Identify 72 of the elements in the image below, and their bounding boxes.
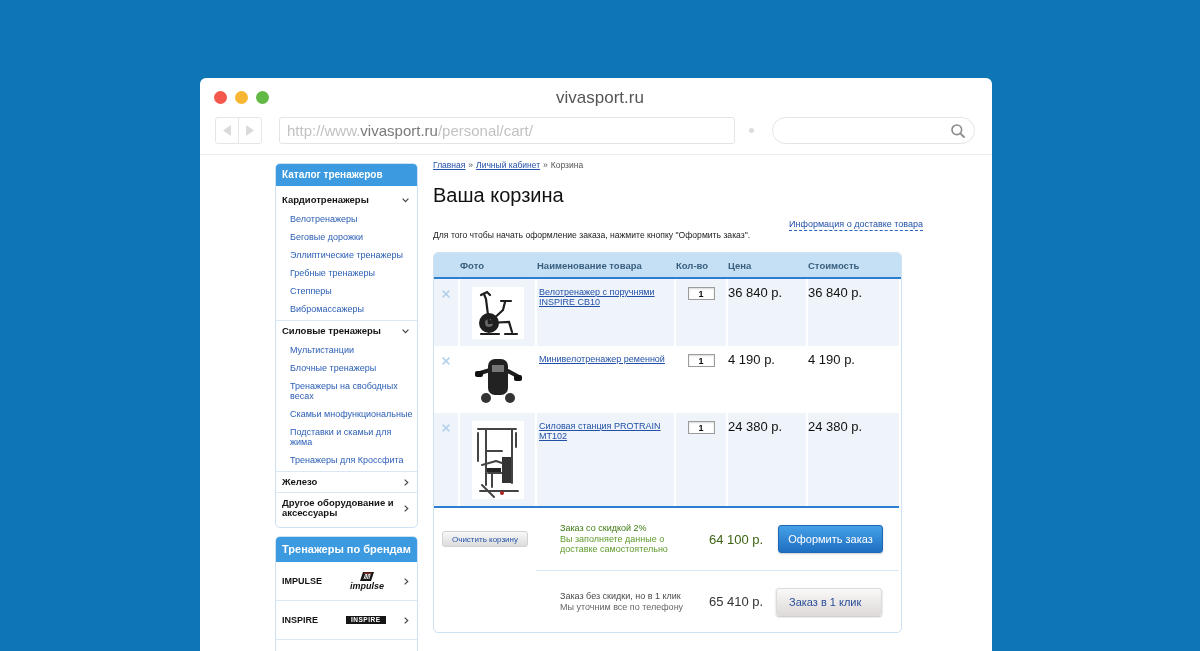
instruction-text: Для того чтобы начать оформление заказа, нажмите кнопку "Оформить заказ". — [433, 229, 751, 241]
product-link[interactable]: Велотренажер с поручнями INSPIRE CB10 — [539, 287, 672, 307]
order-total: 65 410 р. — [709, 594, 765, 609]
product-link[interactable]: Минивелотренажер ременной — [539, 354, 672, 364]
left-triangle-icon — [223, 125, 231, 136]
column-header: Фото — [459, 259, 485, 271]
column-header: Кол-во — [675, 259, 710, 271]
brand-link[interactable]: IMPULSE — [282, 576, 346, 586]
logo-badge-icon — [360, 571, 374, 581]
quantity-field[interactable]: 1 — [687, 287, 715, 300]
dot-icon — [749, 128, 754, 133]
subcategory-link[interactable]: Беговые дорожки — [276, 228, 417, 246]
quantity-field[interactable]: 1 — [687, 421, 715, 434]
breadcrumb-link[interactable]: Главная — [433, 160, 466, 170]
exercise-bike-drawing — [471, 287, 524, 339]
subcategory-link[interactable]: Тренажеры для Кроссфита — [276, 451, 417, 469]
close-button[interactable] — [214, 91, 227, 104]
order-option-note: Мы уточним все по телефону — [560, 601, 685, 612]
right-triangle-icon — [246, 125, 254, 136]
column-header: Стоимость — [807, 259, 861, 271]
brand-logo-text: impulse — [350, 580, 384, 591]
page-heading: Ваша корзина — [433, 183, 565, 207]
subcategory-link[interactable]: Блочные тренажеры — [276, 359, 417, 377]
column-header: Наименование товара — [536, 259, 643, 271]
breadcrumb-current: Корзина — [550, 160, 584, 170]
panel-title: Каталог тренажеров — [276, 164, 417, 186]
subcategory-link[interactable]: Тренажеры на свободных весах — [276, 377, 417, 405]
order-option-note: Вы заполняете данные о доставке самостоятельно — [560, 533, 669, 555]
price-text: 4 190 р. — [728, 352, 776, 368]
category-item[interactable]: Силовые тренажеры — [276, 321, 417, 341]
subcategory-link[interactable]: Мультистанции — [276, 341, 417, 359]
breadcrumb-separator: » — [468, 160, 474, 170]
minimize-button[interactable] — [235, 91, 248, 104]
order-option-title: Заказ без скидки, но в 1 клик — [560, 591, 682, 602]
chevron-right-icon[interactable] — [404, 616, 409, 624]
delivery-info-link[interactable]: Информация о доставке товара — [789, 219, 923, 231]
price-text: 24 380 р. — [728, 419, 784, 435]
subcategory-link[interactable]: Скамьи мнофункциональные — [276, 405, 417, 423]
cost-text: 4 190 р. — [808, 352, 856, 368]
column-header: Цена — [727, 259, 753, 271]
window-title: vivasport.ru — [555, 87, 644, 108]
subcategory-link[interactable]: Гребные тренажеры — [276, 264, 417, 282]
subcategory-link[interactable]: Велотренажеры — [276, 210, 417, 228]
order-total: 64 100 р. — [709, 531, 765, 547]
product-link[interactable]: Силовая станция PROTRAIN MT102 — [539, 421, 672, 441]
panel-title: Тренажеры по брендам — [276, 537, 417, 562]
category-item[interactable]: Кардиотренажеры — [276, 190, 417, 210]
subcategory-link[interactable]: Подставки и скамьи для жима — [276, 423, 417, 451]
subcategory-link[interactable]: Вибромассажеры — [276, 300, 417, 318]
subcategory-link[interactable]: Эллиптические тренажеры — [276, 246, 417, 264]
address-field[interactable]: http://www.vivasport.ru/personal/cart/ — [279, 117, 735, 144]
chevron-right-icon[interactable] — [404, 478, 409, 486]
chevron-down-icon[interactable] — [402, 197, 409, 203]
brand-link[interactable]: INSPIRE — [282, 615, 346, 625]
checkout-button[interactable]: Оформить заказ — [778, 525, 883, 553]
clear-cart-button[interactable]: Очистить корзину — [442, 531, 528, 547]
category-item[interactable]: Железо — [276, 472, 417, 492]
price-text: 36 840 р. — [728, 285, 784, 301]
cost-text: 36 840 р. — [808, 285, 864, 301]
quantity-field[interactable]: 1 — [687, 354, 715, 367]
chevron-right-icon[interactable] — [404, 504, 409, 512]
subcategory-link[interactable]: Степперы — [276, 282, 417, 300]
breadcrumb-link[interactable]: Личный кабинет — [476, 160, 541, 170]
search-icon[interactable] — [951, 123, 965, 138]
category-item[interactable]: Другое оборудование и аксессуары — [276, 493, 417, 523]
chevron-right-icon[interactable] — [404, 577, 409, 585]
quick-order-button[interactable]: Заказ в 1 клик — [776, 587, 882, 616]
chevron-down-icon[interactable] — [402, 328, 409, 334]
breadcrumb-separator: » — [543, 160, 548, 170]
order-option-title: Заказ со скидкой 2% — [560, 523, 648, 534]
cost-text: 24 380 р. — [808, 419, 864, 435]
maximize-button[interactable] — [256, 91, 269, 104]
